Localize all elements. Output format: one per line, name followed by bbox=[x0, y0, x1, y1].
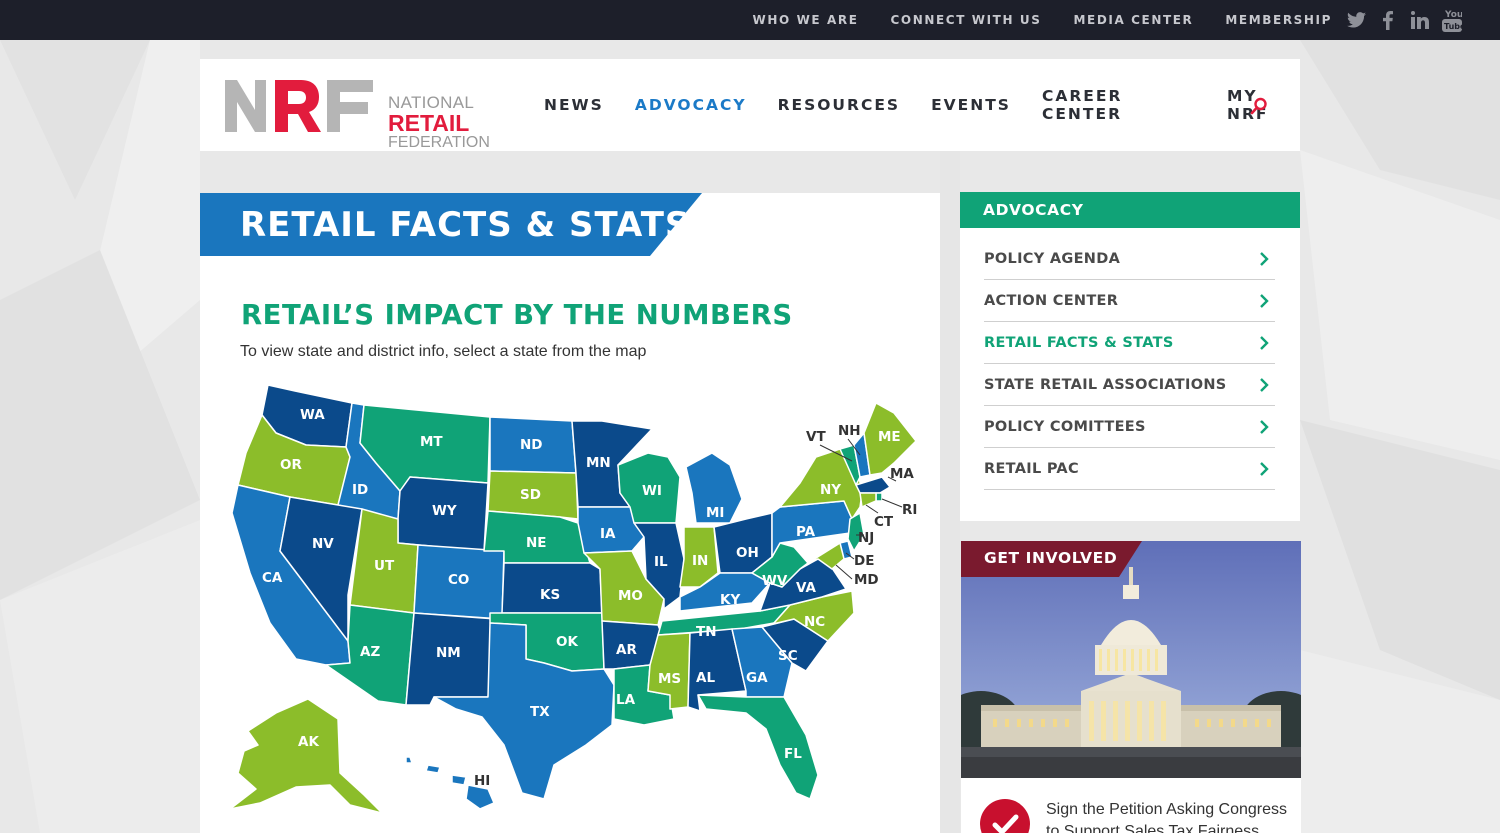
sidebar-title: ADVOCACY bbox=[960, 192, 1300, 228]
logo-line-national: NATIONAL bbox=[388, 93, 475, 112]
section-heading: RETAIL’S IMPACT BY THE NUMBERS bbox=[241, 299, 793, 331]
chevron-right-icon bbox=[1260, 377, 1269, 392]
state-nd[interactable] bbox=[489, 416, 577, 474]
sidebar-item-state-associations[interactable]: STATE RETAIL ASSOCIATIONS bbox=[984, 364, 1275, 406]
sidebar-item-policy-committees[interactable]: POLICY COMITTEES bbox=[984, 406, 1275, 448]
map-instructions: To view state and district info, select … bbox=[240, 343, 647, 360]
state-hi-2[interactable] bbox=[425, 764, 441, 774]
state-hi-3[interactable] bbox=[451, 774, 467, 786]
logo-wordmark: NATIONAL RETAIL FEDERATION bbox=[388, 93, 490, 151]
utility-link-connect[interactable]: CONNECT WITH US bbox=[891, 13, 1042, 27]
sidebar-item-label: POLICY AGENDA bbox=[984, 250, 1121, 267]
state-ak[interactable] bbox=[229, 698, 383, 814]
utility-link-media-center[interactable]: MEDIA CENTER bbox=[1073, 13, 1193, 27]
state-fl[interactable] bbox=[697, 694, 819, 800]
sidebar-item-label: ACTION CENTER bbox=[984, 292, 1119, 309]
state-wy[interactable] bbox=[397, 476, 489, 552]
social-links: You Tube bbox=[1346, 0, 1462, 40]
page-title-banner: RETAIL FACTS & STATS bbox=[200, 193, 702, 256]
label-ct: CT bbox=[874, 514, 894, 530]
chevron-right-icon bbox=[1260, 419, 1269, 434]
state-nj[interactable] bbox=[847, 512, 865, 552]
label-de: DE bbox=[854, 553, 874, 569]
sidebar-item-action-center[interactable]: ACTION CENTER bbox=[984, 280, 1275, 322]
state-nm[interactable] bbox=[405, 612, 497, 706]
sidebar-item-policy-agenda[interactable]: POLICY AGENDA bbox=[984, 238, 1275, 280]
sidebar-item-label: RETAIL FACTS & STATS bbox=[984, 334, 1174, 351]
state-hi-4[interactable] bbox=[465, 784, 495, 810]
state-mi[interactable] bbox=[685, 452, 743, 524]
nav-events[interactable]: EVENTS bbox=[931, 96, 1011, 114]
state-ri[interactable] bbox=[875, 492, 883, 502]
site-header: NATIONAL RETAIL FEDERATION NEWS ADVOCACY… bbox=[200, 59, 1300, 151]
sidebar-item-retail-pac[interactable]: RETAIL PAC bbox=[984, 448, 1275, 490]
state-ks[interactable] bbox=[501, 562, 603, 614]
state-co[interactable] bbox=[413, 544, 505, 620]
advocacy-sidebar: ADVOCACY POLICY AGENDA ACTION CENTER RET… bbox=[960, 192, 1300, 521]
chevron-right-icon bbox=[1260, 335, 1269, 350]
nrf-logo[interactable]: NATIONAL RETAIL FEDERATION bbox=[225, 78, 490, 151]
label-md: MD bbox=[854, 572, 879, 588]
sidebar-item-label: POLICY COMITTEES bbox=[984, 418, 1146, 435]
youtube-icon[interactable]: You Tube bbox=[1442, 10, 1462, 32]
utility-nav: WHO WE ARE CONNECT WITH US MEDIA CENTER … bbox=[753, 0, 1332, 40]
facebook-icon[interactable] bbox=[1378, 10, 1398, 30]
label-vt: VT bbox=[806, 429, 826, 445]
logo-line-retail: RETAIL bbox=[388, 110, 470, 136]
label-nh: NH bbox=[838, 423, 861, 439]
svg-text:You: You bbox=[1444, 10, 1462, 20]
state-hi[interactable] bbox=[405, 756, 413, 764]
state-me[interactable] bbox=[863, 402, 917, 476]
get-involved-card: GET INVOLVED Sign the Petition Asking Co… bbox=[961, 541, 1301, 833]
main-content-card: RETAIL FACTS & STATS RETAIL’S IMPACT BY … bbox=[200, 193, 940, 833]
chevron-right-icon bbox=[1260, 461, 1269, 476]
nav-career-center[interactable]: CAREER CENTER bbox=[1042, 87, 1196, 123]
label-ri: RI bbox=[902, 502, 917, 518]
get-involved-title: GET INVOLVED bbox=[984, 549, 1118, 567]
state-ma[interactable] bbox=[855, 476, 891, 494]
main-nav: NEWS ADVOCACY RESOURCES EVENTS CAREER CE… bbox=[544, 59, 1300, 151]
nav-advocacy[interactable]: ADVOCACY bbox=[635, 96, 747, 114]
page-title: RETAIL FACTS & STATS bbox=[240, 205, 691, 245]
sidebar-list: POLICY AGENDA ACTION CENTER RETAIL FACTS… bbox=[984, 238, 1275, 490]
sidebar-item-label: STATE RETAIL ASSOCIATIONS bbox=[984, 376, 1227, 393]
chevron-right-icon bbox=[1260, 293, 1269, 308]
svg-text:Tube: Tube bbox=[1444, 22, 1462, 31]
utility-link-who-we-are[interactable]: WHO WE ARE bbox=[753, 13, 859, 27]
linkedin-icon[interactable] bbox=[1410, 10, 1430, 30]
state-ct[interactable] bbox=[859, 492, 877, 508]
us-states-map: WA OR CA ID NV MT WY UT AZ CO NM ND SD N… bbox=[229, 384, 917, 814]
nav-resources[interactable]: RESOURCES bbox=[778, 96, 901, 114]
utility-link-membership[interactable]: MEMBERSHIP bbox=[1225, 13, 1332, 27]
sidebar-item-retail-facts[interactable]: RETAIL FACTS & STATS bbox=[984, 322, 1275, 364]
chevron-right-icon bbox=[1260, 251, 1269, 266]
get-involved-banner: GET INVOLVED bbox=[961, 541, 1142, 577]
utility-bar: WHO WE ARE CONNECT WITH US MEDIA CENTER … bbox=[0, 0, 1500, 40]
search-icon[interactable] bbox=[1250, 97, 1268, 115]
nav-news[interactable]: NEWS bbox=[544, 96, 604, 114]
sidebar-item-label: RETAIL PAC bbox=[984, 460, 1079, 477]
logo-line-federation: FEDERATION bbox=[388, 134, 490, 151]
twitter-icon[interactable] bbox=[1346, 10, 1366, 30]
checkmark-icon[interactable] bbox=[980, 799, 1030, 833]
petition-link[interactable]: Sign the Petition Asking Congress to Sup… bbox=[1046, 799, 1291, 833]
